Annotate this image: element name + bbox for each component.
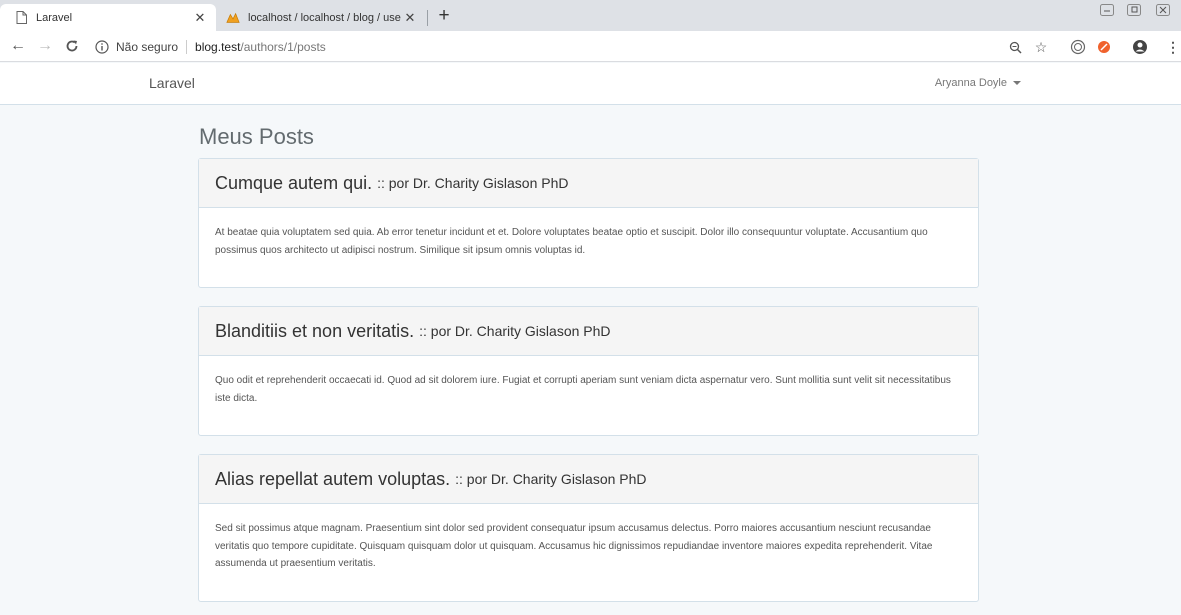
tab-separator xyxy=(427,10,428,26)
post-body: At beatae quia voluptatem sed quia. Ab e… xyxy=(215,227,928,256)
page-icon xyxy=(14,11,28,25)
caret-down-icon xyxy=(1013,81,1021,85)
post-heading: Cumque autem qui. :: por Dr. Charity Gis… xyxy=(199,159,978,208)
post-panel: Cumque autem qui. :: por Dr. Charity Gis… xyxy=(198,158,979,288)
reload-icon[interactable] xyxy=(61,35,83,57)
address-divider xyxy=(186,39,188,54)
post-author: :: por Dr. Charity Gislason PhD xyxy=(377,175,569,191)
post-panel: Blanditiis et non veritatis. :: por Dr. … xyxy=(198,306,979,436)
menu-kebab-icon[interactable]: ⋮ xyxy=(1163,37,1181,57)
info-icon[interactable] xyxy=(94,39,110,55)
close-icon[interactable]: ✕ xyxy=(192,10,208,26)
post-author: :: por Dr. Charity Gislason PhD xyxy=(455,471,647,487)
new-tab-icon[interactable]: + xyxy=(433,5,455,27)
phpmyadmin-icon xyxy=(226,11,240,25)
extension-icon[interactable] xyxy=(1068,37,1088,57)
address-path: /authors/1/posts xyxy=(240,39,326,54)
browser-tab-strip: Laravel ✕ localhost / localhost / blog /… xyxy=(0,0,1181,31)
user-dropdown[interactable]: Aryanna Doyle xyxy=(935,77,1021,89)
user-name: Aryanna Doyle xyxy=(934,77,1007,89)
browser-tab-phpmyadmin[interactable]: localhost / localhost / blog / use ✕ xyxy=(216,4,426,31)
restore-icon[interactable] xyxy=(1123,2,1145,18)
bookmark-star-icon[interactable]: ☆ xyxy=(1031,37,1051,57)
app-navbar: Laravel Aryanna Doyle xyxy=(0,63,1181,105)
zoom-icon[interactable] xyxy=(1005,37,1025,57)
extension-orange-icon[interactable] xyxy=(1094,37,1114,57)
post-title[interactable]: Alias repellat autem voluptas. xyxy=(215,469,450,490)
profile-icon[interactable] xyxy=(1130,37,1150,57)
post-title[interactable]: Blanditiis et non veritatis. xyxy=(215,321,414,342)
address-host: blog.test xyxy=(195,39,241,54)
brand-link[interactable]: Laravel xyxy=(149,75,195,91)
browser-toolbar: ← → Não seguro blog.test/authors/1/posts… xyxy=(0,31,1181,62)
post-title[interactable]: Cumque autem qui. xyxy=(215,173,372,194)
back-icon[interactable]: ← xyxy=(7,35,29,57)
close-icon[interactable]: ✕ xyxy=(402,10,418,26)
post-panel: Alias repellat autem voluptas. :: por Dr… xyxy=(198,454,979,602)
tab-title: Laravel xyxy=(36,11,73,24)
page-title: Meus Posts xyxy=(199,124,314,149)
post-heading: Blanditiis et non veritatis. :: por Dr. … xyxy=(199,307,978,356)
browser-tab-laravel[interactable]: Laravel ✕ xyxy=(0,4,216,31)
forward-icon[interactable]: → xyxy=(34,35,56,57)
window-close-icon[interactable] xyxy=(1152,2,1174,18)
tab-title: localhost / localhost / blog / use xyxy=(248,11,401,24)
security-label: Não seguro xyxy=(116,39,179,54)
post-body: Quo odit et reprehenderit occaecati id. … xyxy=(215,375,951,404)
minimize-icon[interactable] xyxy=(1096,2,1118,18)
post-heading: Alias repellat autem voluptas. :: por Dr… xyxy=(199,455,978,504)
post-body: Sed sit possimus atque magnam. Praesenti… xyxy=(215,523,933,569)
post-author: :: por Dr. Charity Gislason PhD xyxy=(419,323,611,339)
address-bar[interactable]: Não seguro blog.test/authors/1/posts xyxy=(94,35,1064,58)
